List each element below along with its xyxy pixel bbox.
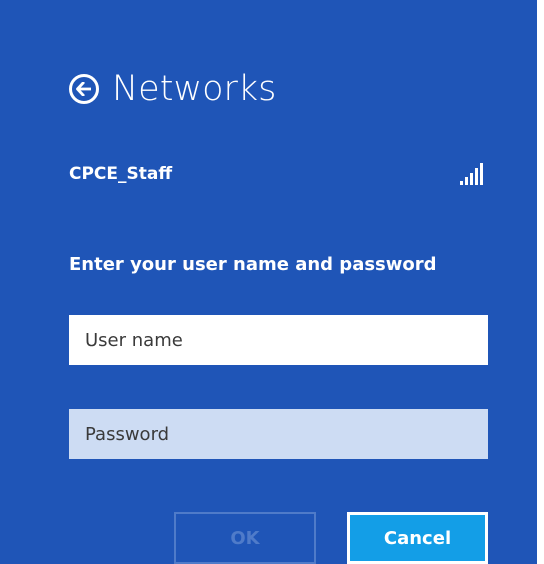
ok-button[interactable]: OK	[174, 512, 316, 564]
credentials-prompt: Enter your user name and password	[69, 254, 437, 275]
network-item[interactable]: CPCE_Staff	[69, 160, 487, 188]
network-name: CPCE_Staff	[69, 164, 173, 184]
networks-header: Networks	[69, 63, 276, 115]
network-login-panel: Networks CPCE_Staff Enter your user name…	[0, 0, 537, 564]
cancel-button[interactable]: Cancel	[347, 512, 488, 564]
username-input[interactable]	[69, 315, 488, 365]
back-button[interactable]	[69, 74, 99, 104]
wifi-signal-bars-icon	[460, 163, 483, 185]
arrow-left-circle-icon	[76, 82, 91, 96]
password-input[interactable]	[69, 409, 488, 459]
page-title: Networks	[112, 68, 277, 109]
